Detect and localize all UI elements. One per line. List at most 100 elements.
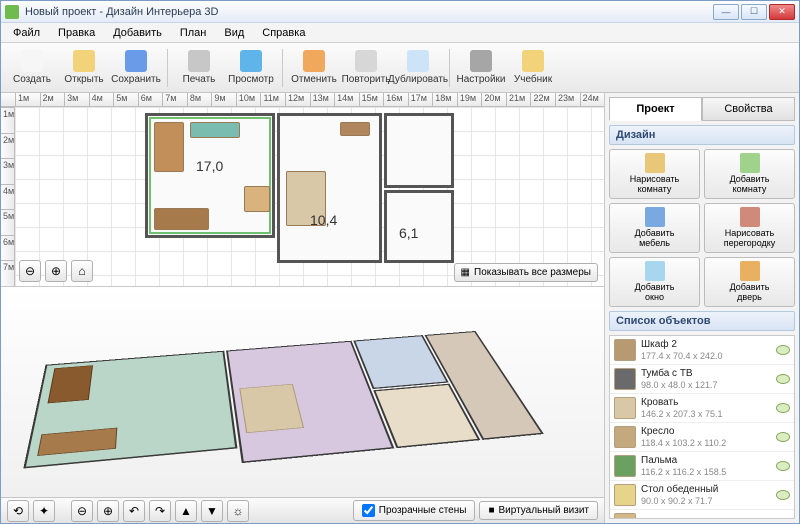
ruler-tick: 12м (285, 93, 310, 106)
design-btn-line2: перегородку (724, 239, 776, 249)
design-btn-icon (740, 261, 760, 281)
toolbar-Печать[interactable]: Печать (174, 46, 224, 90)
object-icon (614, 455, 636, 477)
toolbar-Учебник[interactable]: Учебник (508, 46, 558, 90)
home-button[interactable]: ⌂ (71, 260, 93, 282)
object-icon (614, 339, 636, 361)
toolbar-Открыть[interactable]: Открыть (59, 46, 109, 90)
object-dimensions: 118.4 x 103.2 x 110.2 (641, 438, 771, 448)
toolbar-Сохранить[interactable]: Сохранить (111, 46, 161, 90)
object-text: Кресло118.4 x 103.2 x 110.2 (641, 426, 771, 448)
toolbar-Дублировать[interactable]: Дублировать (393, 46, 443, 90)
design-btn-1[interactable]: Добавитькомнату (704, 149, 795, 199)
design-btn-5[interactable]: Добавитьдверь (704, 257, 795, 307)
menu-5[interactable]: Справка (254, 25, 313, 41)
furniture-couch[interactable] (154, 208, 209, 230)
object-icon (614, 426, 636, 448)
room-area-label: 6,1 (399, 225, 418, 241)
transparent-walls-checkbox[interactable] (362, 504, 375, 517)
show-dimensions-toggle[interactable]: ▦ Показывать все размеры (454, 263, 598, 282)
tilt-down-button[interactable]: ▼ (201, 500, 223, 522)
menu-4[interactable]: Вид (216, 25, 252, 41)
object-text: Тумба с ТВ98.0 x 48.0 x 121.7 (641, 368, 771, 390)
design-btn-2[interactable]: Добавитьмебель (609, 203, 700, 253)
maximize-button[interactable]: ☐ (741, 4, 767, 20)
object-item-1[interactable]: Тумба с ТВ98.0 x 48.0 x 121.7 (610, 365, 794, 394)
visibility-icon[interactable] (776, 432, 790, 442)
object-dimensions: 116.2 x 116.2 x 158.5 (641, 467, 771, 477)
object-item-2[interactable]: Кровать146.2 x 207.3 x 75.1 (610, 394, 794, 423)
rotate-360-button[interactable]: ⟲ (7, 500, 29, 522)
ruler-tick: 21м (506, 93, 531, 106)
zoom-out-button[interactable]: ⊖ (19, 260, 41, 282)
camera-button[interactable]: ✦ (33, 500, 55, 522)
side-panel: Проект Свойства Дизайн Нарисоватькомнату… (604, 93, 799, 523)
toolbar-icon (470, 50, 492, 72)
room-2[interactable]: 10,4 (277, 113, 382, 263)
toolbar-label: Повторить (342, 74, 391, 85)
minimize-button[interactable]: — (713, 4, 739, 20)
zoom-in-button[interactable]: ⊕ (45, 260, 67, 282)
toolbar-label: Отменить (291, 74, 337, 85)
furniture-shelf[interactable] (340, 122, 370, 136)
object-dimensions: 146.2 x 207.3 x 75.1 (641, 409, 771, 419)
object-item-4[interactable]: Пальма116.2 x 116.2 x 158.5 (610, 452, 794, 481)
toolbar-Просмотр[interactable]: Просмотр (226, 46, 276, 90)
visibility-icon[interactable] (776, 374, 790, 384)
design-btn-line2: мебель (639, 239, 670, 249)
design-btn-line2: окно (645, 293, 664, 303)
menu-2[interactable]: Добавить (105, 25, 170, 41)
visibility-icon[interactable] (776, 403, 790, 413)
object-name: Стул (641, 518, 771, 519)
toolbar-Создать[interactable]: Создать (7, 46, 57, 90)
object-list[interactable]: Шкаф 2177.4 x 70.4 x 242.0 Тумба с ТВ98.0… (609, 335, 795, 519)
visibility-icon[interactable] (776, 461, 790, 471)
object-item-5[interactable]: Стол обеденный90.0 x 90.2 x 71.7 (610, 481, 794, 510)
ruler-vertical: 1м2м3м4м5м6м7м (1, 107, 15, 286)
transparent-walls-toggle[interactable]: Прозрачные стены (353, 500, 476, 521)
object-name: Тумба с ТВ (641, 368, 771, 380)
light-button[interactable]: ☼ (227, 500, 249, 522)
menu-0[interactable]: Файл (5, 25, 48, 41)
tilt-up-button[interactable]: ▲ (175, 500, 197, 522)
menu-1[interactable]: Правка (50, 25, 103, 41)
object-text: Кровать146.2 x 207.3 x 75.1 (641, 397, 771, 419)
design-btn-0[interactable]: Нарисоватькомнату (609, 149, 700, 199)
room-1[interactable]: 17,0 (145, 113, 275, 238)
object-name: Стол обеденный (641, 484, 771, 496)
visibility-icon[interactable] (776, 490, 790, 500)
tab-properties[interactable]: Свойства (702, 97, 795, 121)
object-item-0[interactable]: Шкаф 2177.4 x 70.4 x 242.0 (610, 336, 794, 365)
ruler-tick: 2м (40, 93, 65, 106)
virtual-visit-button[interactable]: ■ Виртуальный визит (479, 501, 598, 520)
zoom-out-3d-button[interactable]: ⊖ (71, 500, 93, 522)
rotate-left-button[interactable]: ↶ (123, 500, 145, 522)
rotate-right-button[interactable]: ↷ (149, 500, 171, 522)
design-btn-4[interactable]: Добавитьокно (609, 257, 700, 307)
plan-canvas[interactable]: 17,0 10,4 6,1 ⊖ ⊕ ⌂ (15, 107, 604, 286)
toolbar-Повторить[interactable]: Повторить (341, 46, 391, 90)
zoom-in-3d-button[interactable]: ⊕ (97, 500, 119, 522)
menu-3[interactable]: План (172, 25, 215, 41)
furniture-table[interactable] (244, 186, 270, 212)
object-item-6[interactable]: Стул (610, 510, 794, 519)
object-dimensions: 98.0 x 48.0 x 121.7 (641, 380, 771, 390)
visibility-icon[interactable] (776, 345, 790, 355)
toolbar-Отменить[interactable]: Отменить (289, 46, 339, 90)
design-tools-grid: НарисоватькомнатуДобавитькомнатуДобавить… (605, 149, 799, 307)
toolbar-Настройки[interactable]: Настройки (456, 46, 506, 90)
design-btn-icon (645, 153, 665, 173)
ruler-tick: 4м (1, 184, 14, 210)
furniture-wardrobe[interactable] (154, 122, 184, 172)
object-item-3[interactable]: Кресло118.4 x 103.2 x 110.2 (610, 423, 794, 452)
furniture-sofa[interactable] (190, 122, 240, 138)
design-btn-3[interactable]: Нарисоватьперегородку (704, 203, 795, 253)
room-4[interactable]: 6,1 (384, 190, 454, 263)
close-button[interactable]: ✕ (769, 4, 795, 20)
ruler-tick: 2м (1, 133, 14, 159)
room-3[interactable] (384, 113, 454, 188)
view-3d[interactable] (1, 287, 604, 497)
tab-project[interactable]: Проект (609, 97, 702, 121)
object-text: Стол обеденный90.0 x 90.2 x 71.7 (641, 484, 771, 506)
toolbar-icon (73, 50, 95, 72)
